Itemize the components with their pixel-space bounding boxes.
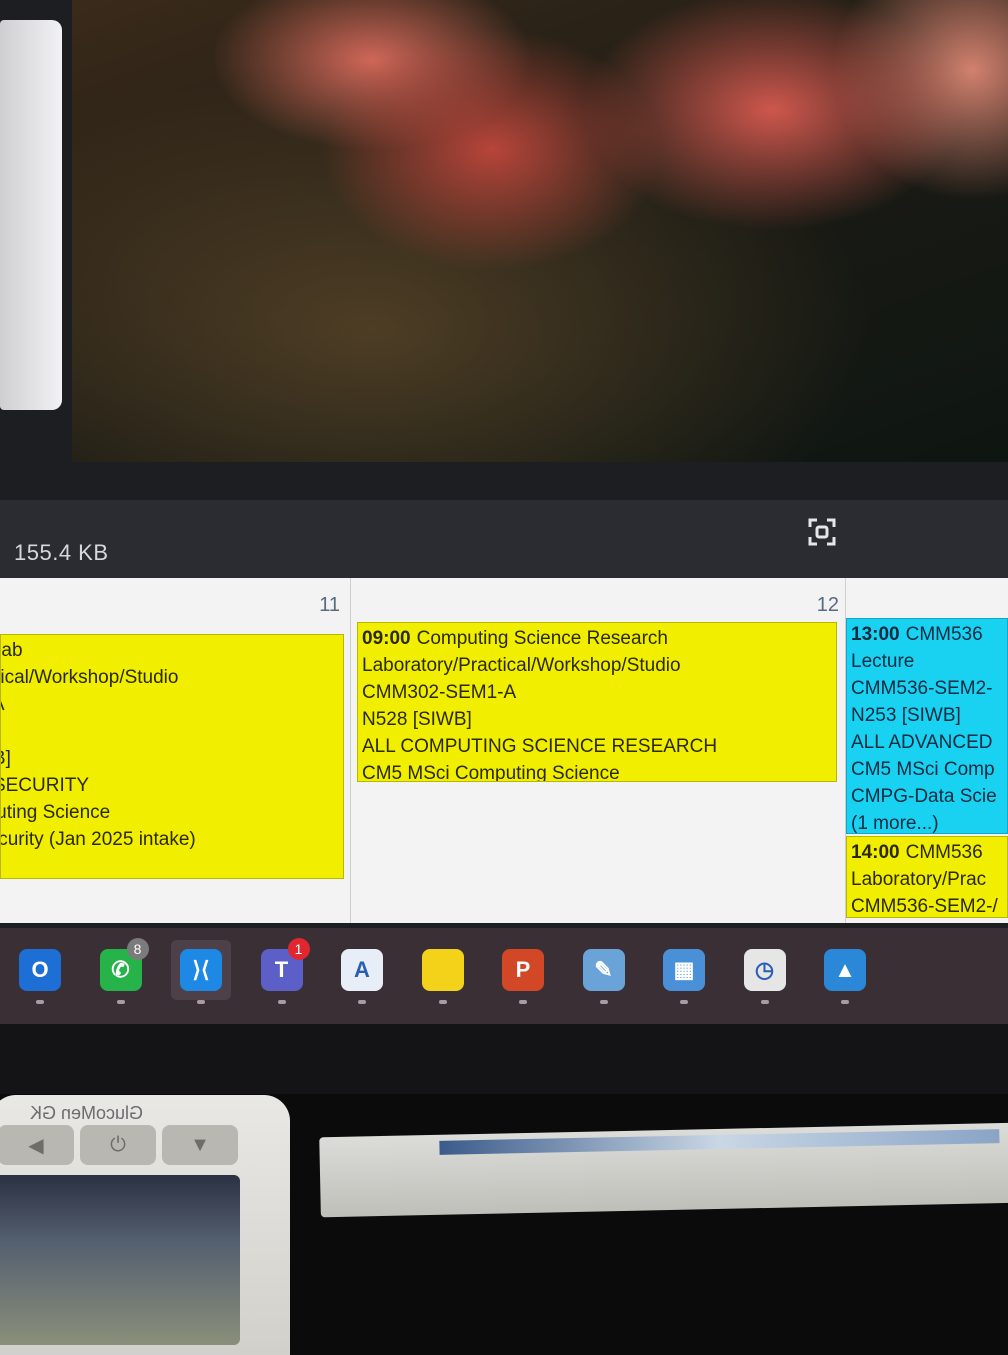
running-indicator: [519, 1000, 527, 1004]
taskbar-button-snipping-tool[interactable]: ✎: [574, 940, 634, 1004]
running-indicator: [36, 1000, 44, 1004]
calendar-week-view: 11 8 Lab actical/Workshop/Studio 2-A WB]…: [0, 578, 1008, 923]
taskbar-button-powerpoint[interactable]: P: [493, 940, 553, 1004]
event-line: Laboratory/Practical/Workshop/Studio: [362, 655, 681, 676]
running-indicator: [438, 1000, 447, 1004]
card-strip: [439, 1129, 1000, 1155]
calendar-event[interactable]: 09:00 Computing Science Research Laborato…: [357, 622, 837, 782]
taskbar-button-outlook[interactable]: O: [10, 940, 70, 1004]
fullscreen-icon: [808, 518, 836, 546]
running-indicator: [760, 1000, 769, 1004]
event-line: ALL COMPUTING SCIENCE RESEARCH: [362, 736, 718, 757]
running-indicator: [599, 1000, 608, 1004]
left-arrow-icon: ◀: [0, 1125, 74, 1165]
taskbar-button-sticky-notes[interactable]: [413, 940, 473, 1004]
down-arrow-icon: ▼: [162, 1125, 238, 1165]
event-line: nputing Science: [1, 802, 111, 823]
running-indicator: [841, 1000, 849, 1004]
event-line: WB]: [1, 748, 11, 769]
powerpoint-icon: P: [502, 949, 544, 991]
event-line: CM5 MSci Comp: [851, 759, 995, 780]
calendar-day-13: 13:00 CMM536 Lecture CMM536-SEM2- N253 [S…: [846, 578, 1008, 923]
running-indicator: [197, 1000, 205, 1004]
monitor-screen: 155.4 KB 11 8 Lab actical/Workshop/Studi…: [0, 0, 1008, 1030]
event-line: CMM536-SEM2-/: [851, 896, 998, 917]
event-line: CMM536-SEM2-: [851, 678, 993, 699]
vscode-icon: ⟩⟨: [180, 949, 222, 991]
event-line: ALL ADVANCED: [851, 732, 993, 753]
fullscreen-button[interactable]: [806, 516, 838, 548]
event-line: Security (Jan 2025 intake): [0, 829, 196, 850]
taskbar-button-vscode[interactable]: ⟩⟨: [171, 940, 231, 1004]
taskbar-button-app-store[interactable]: A: [332, 940, 392, 1004]
calendar-event[interactable]: 14:00 CMM536 Laboratory/Prac CMM536-SEM2-…: [846, 836, 1008, 918]
event-line: Laboratory/Prac: [851, 869, 987, 890]
outlook-icon: O: [19, 949, 61, 991]
photos-icon: ▲: [824, 949, 866, 991]
photo-thumbnail-edge: [0, 20, 62, 410]
event-line: 8 Lab: [1, 640, 23, 661]
running-indicator: [116, 1000, 125, 1004]
taskbar: O ✆ 8 ⟩⟨ T 1 A P ✎ ▦ ◷ ▲: [0, 928, 1008, 1024]
event-line: CMPG-Data Scie: [851, 786, 997, 807]
more-events-link[interactable]: (1 more...): [851, 810, 1003, 833]
day-number: 11: [319, 594, 340, 616]
day-number: 12: [816, 594, 839, 616]
event-title: CMM536: [905, 624, 983, 645]
device-buttons: ◀ ⏻ ▼: [0, 1125, 238, 1165]
event-line: [1, 718, 339, 745]
taskbar-button-clock[interactable]: ◷: [735, 940, 795, 1004]
event-line: Lecture: [851, 651, 915, 672]
sticky-notes-icon: [421, 949, 464, 991]
snipping-tool-icon: ✎: [582, 949, 625, 991]
event-time: 14:00: [851, 842, 900, 863]
calendar-day-12: 12 09:00 Computing Science Research Labor…: [351, 578, 846, 923]
file-size-label: 155.4 KB: [14, 540, 109, 565]
notification-badge: 8: [126, 938, 149, 960]
app-store-icon: A: [341, 949, 383, 991]
notification-badge: 1: [287, 938, 310, 960]
device-screen: [0, 1175, 240, 1345]
event-line: K SECURITY: [0, 775, 90, 796]
taskbar-button-whatsapp[interactable]: ✆ 8: [91, 938, 151, 1004]
event-line: N528 [SIWB]: [362, 709, 472, 730]
calendar-day-11: 11 8 Lab actical/Workshop/Studio 2-A WB]…: [0, 578, 351, 923]
monitor-bezel: [0, 1024, 1008, 1094]
clock-icon: ◷: [743, 949, 786, 991]
power-icon: ⏻: [80, 1125, 156, 1165]
calculator-icon: ▦: [663, 949, 705, 991]
photo-info-bar: [0, 500, 1008, 580]
taskbar-button-teams[interactable]: T1: [252, 938, 312, 1004]
taskbar-button-photos[interactable]: ▲: [815, 940, 875, 1004]
running-indicator: [358, 1000, 366, 1004]
running-indicator: [277, 1000, 286, 1004]
event-title: Computing Science Research: [416, 628, 668, 649]
sushi-photo: [72, 0, 1008, 462]
glucose-meter: GlucoMen GK ◀ ⏻ ▼: [0, 1095, 290, 1355]
event-line: 2-A: [1, 691, 339, 718]
event-line: actical/Workshop/Studio: [0, 667, 179, 688]
calendar-event[interactable]: 8 Lab actical/Workshop/Studio 2-A WB] K …: [0, 634, 344, 879]
event-line: CM5 MSci Computing Science: [362, 763, 620, 782]
calendar-event[interactable]: 13:00 CMM536 Lecture CMM536-SEM2- N253 [S…: [846, 618, 1008, 834]
desk-card: [319, 1122, 1008, 1218]
running-indicator: [680, 1000, 688, 1004]
event-title: CMM536: [905, 842, 983, 863]
taskbar-button-calculator[interactable]: ▦: [654, 940, 714, 1004]
event-time: 13:00: [851, 624, 900, 645]
event-line: N253 [SIWB]: [851, 705, 961, 726]
event-time: 09:00: [362, 628, 411, 649]
device-logo: GlucoMen GK: [30, 1103, 144, 1123]
event-line: CMM302-SEM1-A: [362, 682, 517, 703]
